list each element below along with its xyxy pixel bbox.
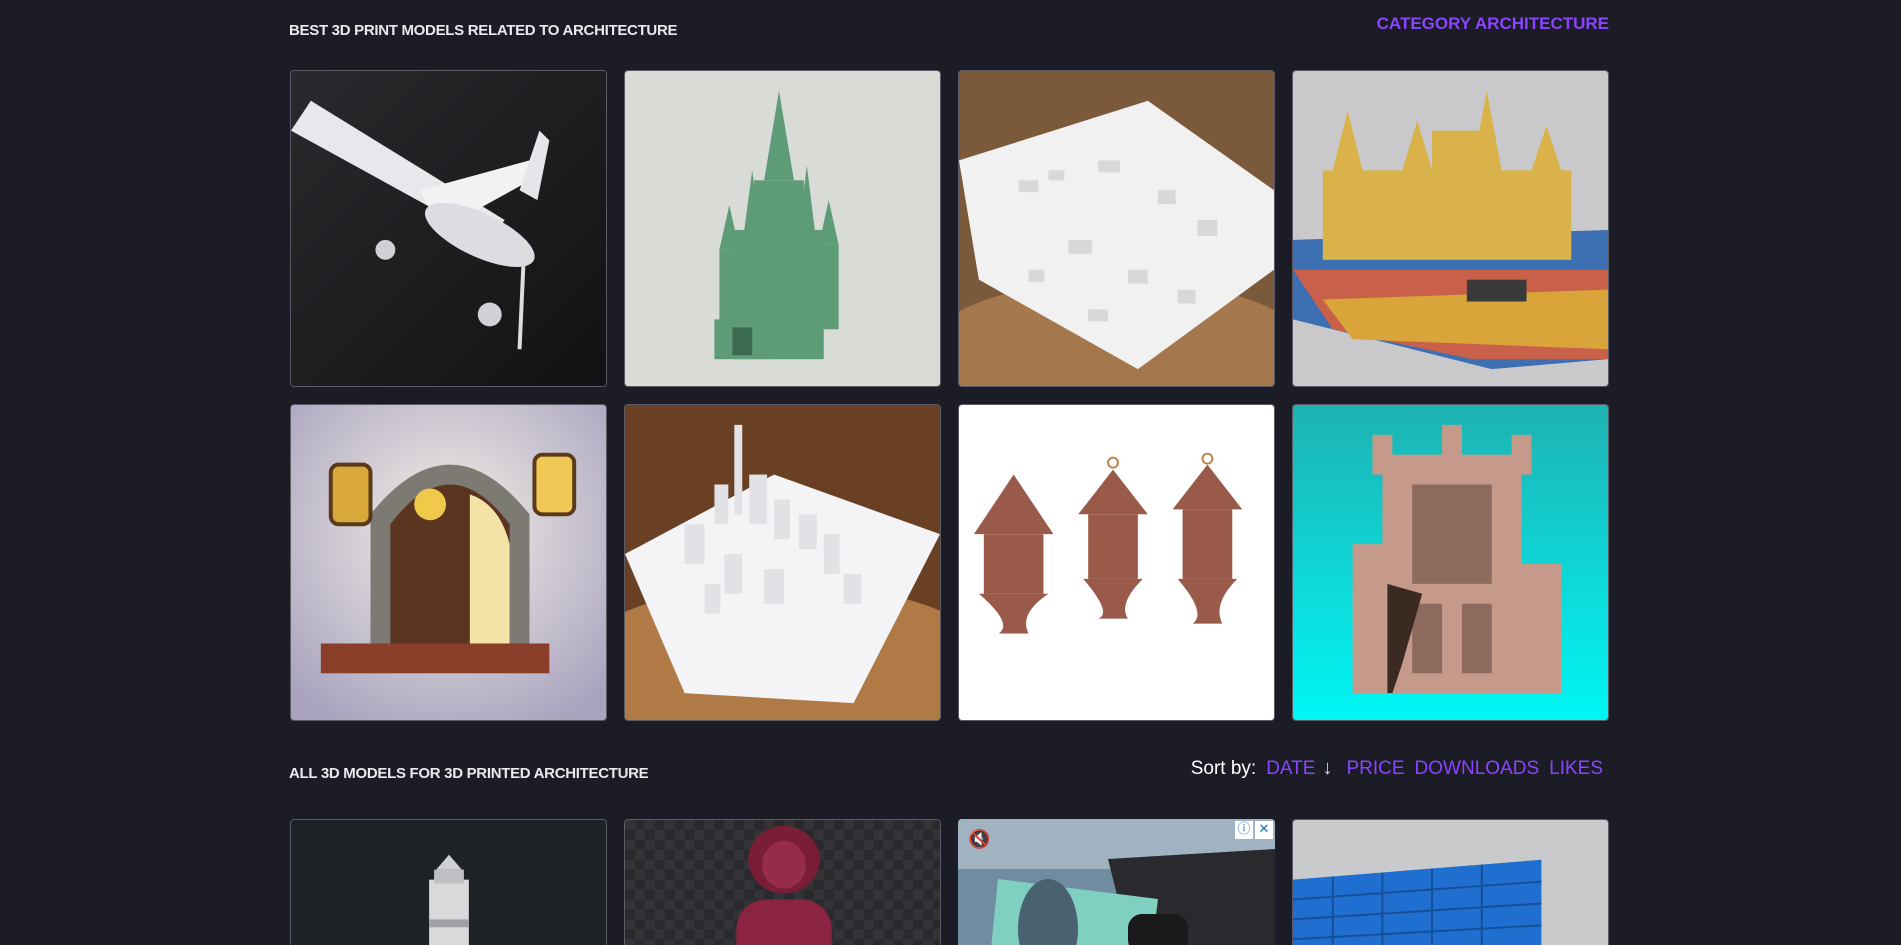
sort-option-date[interactable]: DATE [1266,758,1315,780]
category-architecture-link[interactable]: CATEGORY ARCHITECTURE [1377,14,1609,34]
city-map-image [959,71,1274,386]
hogwarts-image [1293,71,1608,386]
sort-option-likes[interactable]: LIKES [1549,758,1603,780]
sort-label: Sort by: [1190,757,1257,779]
airplane-model-card[interactable] [290,70,607,387]
city-skyline-image [625,405,940,720]
best-models-grid [290,70,1609,721]
all-models-title: ALL 3D MODELS FOR 3D PRINTED ARCHITECTUR… [289,765,649,782]
brick-wall-model-card[interactable] [1292,819,1609,945]
tree-house-image [959,405,1274,720]
hogwarts-model-card[interactable] [1292,70,1609,387]
cathedral-model-card[interactable] [1292,404,1609,721]
mute-icon[interactable]: 🔇 [968,829,990,850]
white-city-model-card[interactable] [624,404,941,721]
ad-video-image [958,819,1275,945]
all-models-grid: 🔇 ⓘ ✕ [290,819,1609,945]
ad-close-icon[interactable]: ✕ [1255,821,1273,839]
lighthouse-image [291,820,606,945]
fairy-door-model-card[interactable] [290,404,607,721]
brick-wall-image [1293,820,1608,945]
best-models-title: BEST 3D PRINT MODELS RELATED TO ARCHITEC… [289,22,678,39]
arrow-down-icon[interactable]: ↓ [1322,757,1332,780]
cathedral-image [1293,405,1608,720]
ad-controls: ⓘ ✕ [1235,821,1273,839]
video-ad-card[interactable]: 🔇 ⓘ ✕ [958,819,1275,945]
figurine-image [625,820,940,945]
sort-option-downloads[interactable]: DOWNLOADS [1415,758,1540,780]
green-castle-model-card[interactable] [624,70,941,387]
airplane-image [291,71,606,386]
sort-option-price[interactable]: PRICE [1346,758,1404,780]
page: BEST 3D PRINT MODELS RELATED TO ARCHITEC… [0,0,1901,945]
castle-image [625,71,940,386]
fairy-door-image [291,405,606,720]
figurine-model-card[interactable] [624,819,941,945]
sort-bar: Sort by: DATE ↓ PRICE DOWNLOADS LIKES [1191,757,1603,780]
tree-houses-model-card[interactable] [958,404,1275,721]
city-map-model-card[interactable] [958,70,1275,387]
ad-info-icon[interactable]: ⓘ [1235,821,1253,839]
lighthouse-model-card[interactable] [290,819,607,945]
